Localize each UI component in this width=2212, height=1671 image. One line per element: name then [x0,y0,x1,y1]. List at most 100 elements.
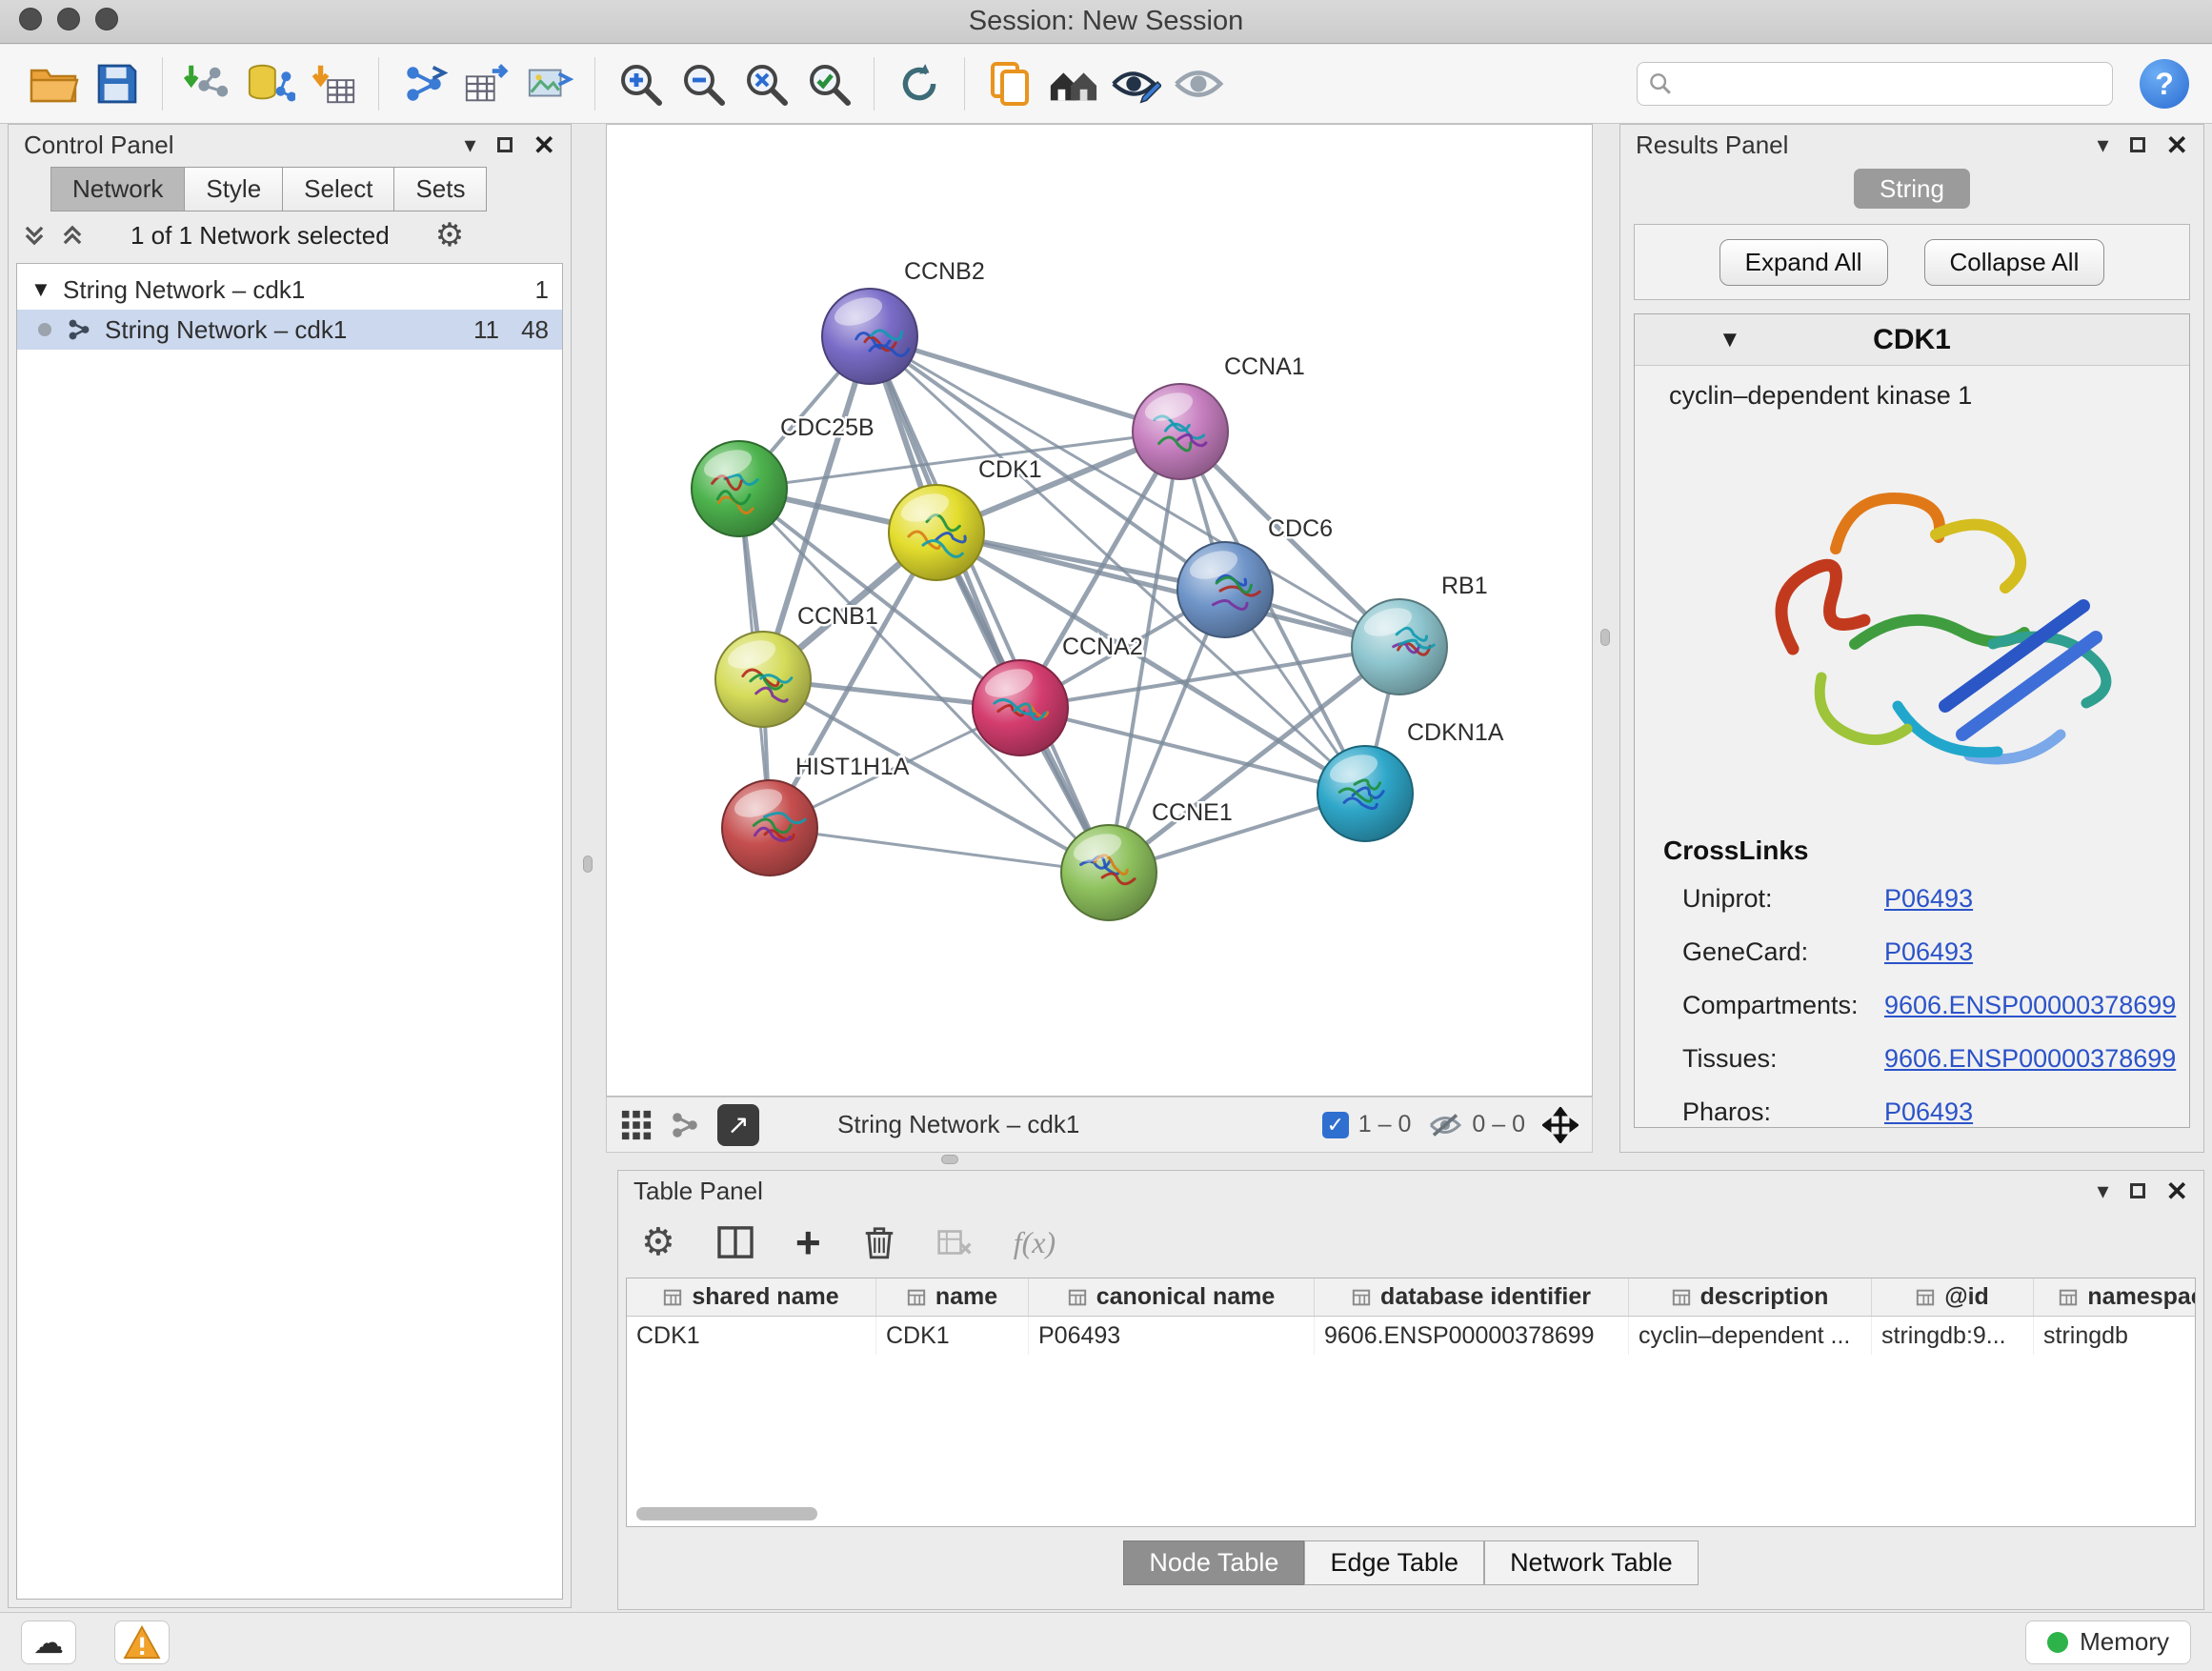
left-splitter-handle[interactable] [583,856,593,873]
warnings-button[interactable] [114,1621,170,1664]
network-node-ccna1[interactable] [1133,384,1228,479]
right-splitter-handle[interactable] [1600,629,1610,646]
zoom-in-button[interactable] [609,52,672,115]
birds-eye-view-button[interactable]: ↗ [717,1104,759,1146]
network-node-rb1[interactable] [1352,599,1447,695]
import-network-database-button[interactable] [239,52,302,115]
cloud-status-button[interactable]: ☁ [21,1621,76,1664]
column-header-canonical-name[interactable]: canonical name [1029,1278,1315,1316]
column-header-name[interactable]: name [876,1278,1029,1316]
close-panel-icon[interactable]: ✕ [533,130,555,161]
open-session-button[interactable] [23,52,86,115]
copy-button[interactable] [978,52,1041,115]
close-panel-icon[interactable]: ✕ [2166,1176,2188,1207]
select-columns-icon[interactable] [717,1226,754,1258]
add-column-icon[interactable]: + [795,1220,821,1264]
network-node-cdc25b[interactable] [692,441,787,536]
clear-table-icon[interactable] [937,1228,972,1257]
grid-view-icon[interactable] [620,1109,653,1141]
tab-sets[interactable]: Sets [393,167,487,211]
column-header-database-identifier[interactable]: database identifier [1315,1278,1629,1316]
network-node-ccnb2[interactable] [822,289,917,384]
table-cell[interactable]: stringdb [2034,1317,2196,1355]
zoom-window-button[interactable] [95,8,118,30]
table-cell[interactable]: cyclin–dependent ... [1629,1317,1872,1355]
import-table-button[interactable] [302,52,365,115]
tab-string[interactable]: String [1854,169,1970,209]
table-settings-gear-icon[interactable]: ⚙ [641,1220,675,1264]
chevron-down-icon[interactable]: ▼ [30,277,63,302]
crosslink-value-link[interactable]: 9606.ENSP00000378699 [1884,991,2176,1020]
float-panel-icon[interactable] [2130,1183,2145,1198]
crosslink-value-link[interactable]: 9606.ENSP00000378699 [1884,1044,2176,1074]
close-panel-icon[interactable]: ✕ [2166,130,2188,161]
zoom-out-button[interactable] [672,52,734,115]
crosslink-value-link[interactable]: P06493 [1884,1097,1973,1127]
network-node-ccne1[interactable] [1061,825,1156,920]
table-cell[interactable]: CDK1 [876,1317,1029,1355]
close-window-button[interactable] [19,8,42,30]
network-view-icon[interactable] [670,1110,700,1140]
network-collection-row[interactable]: ▼ String Network – cdk1 1 [17,270,562,310]
minimize-window-button[interactable] [57,8,80,30]
delete-column-icon[interactable] [863,1224,895,1260]
tab-network[interactable]: Network [50,167,184,211]
gear-icon[interactable]: ⚙ [435,216,464,254]
float-panel-icon[interactable] [2130,137,2145,152]
collapse-all-button[interactable]: Collapse All [1924,239,2105,286]
tab-select[interactable]: Select [282,167,393,211]
zoom-fit-button[interactable] [734,52,797,115]
home-button[interactable] [1041,52,1104,115]
protein-card-header[interactable]: ▼ CDK1 [1635,314,2189,366]
memory-button[interactable]: Memory [2025,1621,2191,1664]
network-edge[interactable] [870,336,1109,873]
network-node-cdkn1a[interactable] [1317,746,1413,841]
tab-network-table[interactable]: Network Table [1484,1540,1699,1585]
network-node-ccnb1[interactable] [715,632,811,727]
network-node-cdk1[interactable] [889,485,984,580]
tab-node-table[interactable]: Node Table [1123,1540,1304,1585]
network-edge[interactable] [870,336,1180,432]
crosslink-value-link[interactable]: P06493 [1884,884,1973,914]
panel-menu-icon[interactable]: ▾ [2097,1178,2108,1205]
tab-edge-table[interactable]: Edge Table [1304,1540,1484,1585]
network-graph[interactable]: CCNB2CCNA1CDC25BCDK1CDC6RB1CCNB1CCNA2CDK… [607,125,1592,1096]
network-node-hist1h1a[interactable] [722,780,817,876]
import-network-file-button[interactable] [176,52,239,115]
export-table-button[interactable] [455,52,518,115]
bottom-splitter-handle[interactable] [941,1155,958,1164]
network-node-cdc6[interactable] [1177,542,1273,637]
pan-move-icon[interactable] [1542,1107,1579,1143]
search-input[interactable] [1679,70,2101,97]
expand-all-icon[interactable] [60,223,85,248]
column-header--id[interactable]: @id [1872,1278,2034,1316]
panel-menu-icon[interactable]: ▾ [464,131,475,159]
table-cell[interactable]: CDK1 [627,1317,876,1355]
network-from-selection-button[interactable] [392,52,455,115]
crosslink-value-link[interactable]: P06493 [1884,937,1973,967]
network-row[interactable]: String Network – cdk1 11 48 [17,310,562,350]
collapse-all-icon[interactable] [22,223,47,248]
column-header-description[interactable]: description [1629,1278,1872,1316]
selected-checkbox-icon[interactable]: ✓ [1322,1112,1349,1138]
expand-all-button[interactable]: Expand All [1719,239,1888,286]
column-header-shared-name[interactable]: shared name [627,1278,876,1316]
network-canvas[interactable]: CCNB2CCNA1CDC25BCDK1CDC6RB1CCNB1CCNA2CDK… [606,124,1593,1097]
float-panel-icon[interactable] [497,137,513,152]
horizontal-scrollbar[interactable] [636,1507,817,1520]
export-image-button[interactable] [518,52,581,115]
save-session-button[interactable] [86,52,149,115]
hide-selected-button[interactable] [1104,52,1167,115]
tab-style[interactable]: Style [184,167,282,211]
function-builder-icon[interactable]: f(x) [1014,1225,1056,1260]
table-cell[interactable]: 9606.ENSP00000378699 [1315,1317,1629,1355]
network-node-ccna2[interactable] [973,660,1068,755]
table-cell[interactable]: P06493 [1029,1317,1315,1355]
zoom-selected-button[interactable] [797,52,860,115]
panel-menu-icon[interactable]: ▾ [2097,131,2108,159]
table-row[interactable]: CDK1CDK1P064939606.ENSP00000378699cyclin… [627,1317,2195,1355]
table-cell[interactable]: stringdb:9... [1872,1317,2034,1355]
network-edge[interactable] [770,828,1109,873]
refresh-layout-button[interactable] [888,52,951,115]
chevron-down-icon[interactable]: ▼ [1719,327,1741,353]
